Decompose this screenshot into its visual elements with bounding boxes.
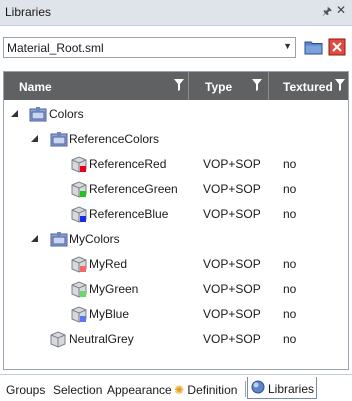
material-folder-icon: [50, 132, 68, 147]
column-header-type[interactable]: Type: [189, 72, 269, 100]
material-type: VOP+SOP: [203, 207, 261, 221]
tree-item-label: NeutralGrey: [69, 332, 134, 346]
panel-titlebar: Libraries 🖈 ✕: [0, 0, 352, 26]
tree-item-label: MyBlue: [89, 307, 130, 321]
expand-arrow-icon[interactable]: [30, 234, 39, 243]
tree-item-reference-blue[interactable]: ReferenceBlue VOP+SOP no: [4, 202, 348, 227]
tree-folder-my-colors[interactable]: MyColors: [4, 227, 348, 252]
tab-libraries[interactable]: Libraries: [247, 377, 317, 399]
material-type: VOP+SOP: [203, 332, 261, 346]
material-type: VOP+SOP: [203, 282, 261, 296]
tree-item-my-red[interactable]: MyRed VOP+SOP no: [4, 252, 348, 277]
delete-icon[interactable]: [328, 38, 346, 56]
material-cube-icon: [71, 156, 87, 173]
tab-appearance[interactable]: Appearance: [107, 383, 172, 397]
tab-definition-label: Definition: [187, 383, 238, 397]
column-label-textured: Textured: [283, 80, 333, 94]
library-select-value: Material_Root.sml: [7, 41, 104, 55]
filter-icon[interactable]: [174, 79, 184, 91]
library-select[interactable]: Material_Root.sml ▼: [3, 37, 296, 58]
open-folder-icon[interactable]: [304, 39, 323, 55]
material-cube-icon: [50, 331, 66, 348]
expand-arrow-icon[interactable]: [30, 134, 39, 143]
column-label-name: Name: [19, 80, 52, 94]
column-label-type: Type: [205, 80, 233, 94]
material-textured: no: [283, 207, 297, 221]
tree-item-label: Colors: [49, 107, 84, 121]
tree-item-label: ReferenceGreen: [89, 182, 178, 196]
material-cube-icon: [71, 181, 87, 198]
filter-icon[interactable]: [252, 79, 262, 91]
tree-item-my-green[interactable]: MyGreen VOP+SOP no: [4, 277, 348, 302]
material-cube-icon: [71, 256, 87, 273]
material-textured: no: [283, 182, 297, 196]
expand-arrow-icon[interactable]: [10, 109, 19, 118]
tree-item-label: ReferenceBlue: [89, 207, 169, 221]
grid-header: Name Type Textured: [4, 72, 348, 100]
material-type: VOP+SOP: [203, 307, 261, 321]
column-header-name[interactable]: Name: [4, 72, 189, 100]
tree-item-neutral-grey[interactable]: NeutralGrey VOP+SOP no: [4, 327, 348, 352]
tree-item-reference-red[interactable]: ReferenceRed VOP+SOP no: [4, 152, 348, 177]
material-type: VOP+SOP: [203, 257, 261, 271]
tree-item-label: MyRed: [89, 257, 128, 271]
tree-item-my-blue[interactable]: MyBlue VOP+SOP no: [4, 302, 348, 327]
library-tree-grid: Name Type Textured Colors ReferenceColor…: [3, 71, 349, 370]
material-cube-icon: [71, 281, 87, 298]
material-textured: no: [283, 157, 297, 171]
tab-divider: [245, 381, 246, 397]
tree-item-reference-green[interactable]: ReferenceGreen VOP+SOP no: [4, 177, 348, 202]
filter-icon[interactable]: [335, 79, 345, 91]
material-type: VOP+SOP: [203, 182, 261, 196]
tab-groups[interactable]: Groups: [6, 383, 45, 397]
material-cube-icon: [71, 206, 87, 223]
material-cube-icon: [71, 306, 87, 323]
sun-icon: ✺: [174, 383, 185, 397]
tab-definition[interactable]: ✺ Definition: [174, 383, 237, 397]
column-header-textured[interactable]: Textured: [269, 72, 348, 100]
tree-item-label: MyColors: [69, 232, 120, 246]
material-textured: no: [283, 332, 297, 346]
tab-selection[interactable]: Selection: [53, 383, 102, 397]
tree-item-label: ReferenceColors: [69, 132, 160, 146]
tree-folder-reference-colors[interactable]: ReferenceColors: [4, 127, 348, 152]
bottom-tab-strip: Groups Selection Appearance ✺ Definition…: [0, 374, 352, 401]
close-icon[interactable]: ✕: [336, 3, 346, 17]
tab-libraries-label: Libraries: [268, 382, 315, 396]
material-textured: no: [283, 282, 297, 296]
chevron-down-icon[interactable]: ▼: [283, 41, 292, 51]
material-folder-icon: [29, 107, 47, 122]
tree-folder-colors[interactable]: Colors: [4, 102, 348, 127]
tree-item-label: ReferenceRed: [89, 157, 167, 171]
panel-title: Libraries: [5, 5, 52, 19]
material-folder-icon: [50, 232, 68, 247]
material-textured: no: [283, 257, 297, 271]
pin-icon[interactable]: 🖈: [322, 3, 332, 22]
material-type: VOP+SOP: [203, 157, 261, 171]
libraries-globe-icon: [251, 380, 265, 394]
material-textured: no: [283, 307, 297, 321]
tree-item-label: MyGreen: [89, 282, 139, 296]
